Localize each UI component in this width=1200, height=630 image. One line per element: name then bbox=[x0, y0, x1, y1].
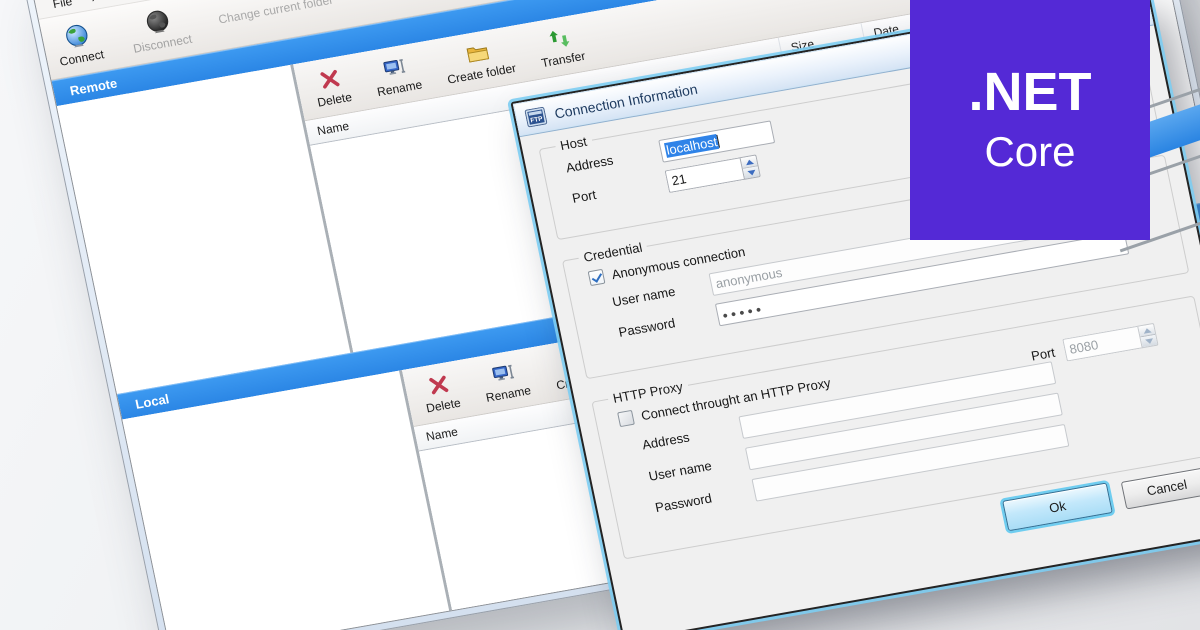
delete-x-icon bbox=[316, 65, 345, 93]
remote-transfer-button[interactable]: Transfer bbox=[535, 23, 587, 70]
spin-down-button[interactable] bbox=[1140, 334, 1158, 348]
selected-text: localhost bbox=[663, 133, 720, 158]
badge-subtitle: Core bbox=[984, 128, 1076, 176]
globe-icon bbox=[62, 21, 93, 51]
change-current-folder-button[interactable]: Change current folder bbox=[217, 0, 334, 26]
anonymous-checkbox[interactable] bbox=[587, 268, 606, 287]
spin-down-button[interactable] bbox=[742, 166, 760, 179]
rename-label: Rename bbox=[375, 77, 424, 99]
proxy-password-label: Password bbox=[653, 490, 714, 516]
arrow-down-icon bbox=[746, 169, 756, 176]
port-value[interactable]: 21 bbox=[664, 157, 745, 194]
remote-create-folder-button[interactable]: Create folder bbox=[441, 35, 518, 87]
ftp-icon bbox=[524, 106, 547, 127]
rename-icon bbox=[490, 359, 519, 387]
rename-icon bbox=[381, 53, 410, 81]
transfer-label: Transfer bbox=[539, 48, 587, 70]
new-folder-icon bbox=[463, 39, 492, 67]
spinner bbox=[739, 154, 761, 180]
proxy-checkbox[interactable] bbox=[617, 409, 635, 428]
arrow-down-icon bbox=[1144, 337, 1154, 345]
badge-title: .NET bbox=[968, 61, 1092, 122]
local-delete-button[interactable]: Delete bbox=[419, 370, 462, 415]
host-legend: Host bbox=[558, 133, 589, 154]
password-label: Password bbox=[617, 315, 677, 340]
connect-button[interactable]: Connect bbox=[53, 19, 106, 69]
transfer-arrows-icon bbox=[545, 25, 574, 53]
local-caption-label: Local bbox=[133, 390, 171, 412]
remote-rename-button[interactable]: Rename bbox=[370, 52, 423, 99]
connect-label: Connect bbox=[58, 46, 106, 69]
port-label: Port bbox=[570, 186, 598, 206]
disconnect-button[interactable]: Disconnect bbox=[126, 4, 193, 55]
remote-delete-button[interactable]: Delete bbox=[311, 64, 353, 109]
scene: File Actions Connect Disconnect Change c… bbox=[0, 0, 1200, 630]
local-rename-button[interactable]: Rename bbox=[479, 357, 532, 404]
rename-label: Rename bbox=[484, 382, 533, 405]
disconnect-label: Disconnect bbox=[131, 31, 194, 56]
proxy-port-label: Port bbox=[1029, 344, 1057, 364]
dotnet-core-badge: .NET Core bbox=[910, 0, 1150, 240]
delete-x-icon bbox=[425, 371, 454, 399]
create-folder-label: Create folder bbox=[446, 60, 518, 87]
cancel-button[interactable]: Cancel bbox=[1120, 466, 1200, 509]
remote-caption-label: Remote bbox=[68, 74, 119, 98]
port-stepper[interactable]: 21 bbox=[664, 154, 761, 194]
password-dots: ●●●●● bbox=[721, 303, 766, 321]
globe-dark-icon bbox=[143, 7, 174, 37]
arrow-up-icon bbox=[744, 158, 754, 165]
arrow-up-icon bbox=[1142, 327, 1152, 334]
